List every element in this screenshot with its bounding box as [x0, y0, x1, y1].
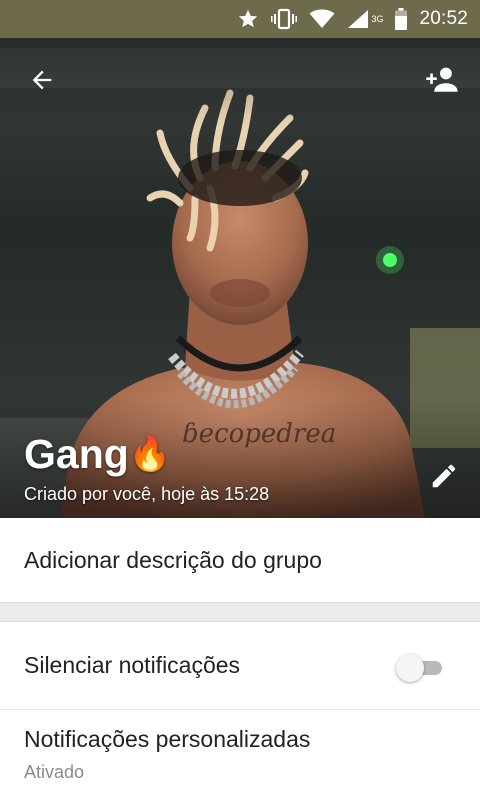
group-name: Gang🔥	[24, 431, 171, 478]
group-name-text: Gang	[24, 431, 129, 477]
custom-notifications-row[interactable]: Notificações personalizadas Ativado	[0, 710, 480, 800]
back-button[interactable]	[18, 56, 66, 104]
section-divider	[0, 602, 480, 622]
person-add-icon	[426, 67, 458, 92]
wifi-icon	[309, 7, 335, 31]
star-icon	[237, 7, 259, 31]
vibrate-icon	[271, 7, 298, 31]
add-participant-button[interactable]	[418, 56, 466, 104]
status-time: 20:52	[419, 8, 468, 29]
fire-emoji: 🔥	[128, 435, 172, 473]
status-bar: 3G 20:52	[0, 0, 480, 38]
pencil-icon	[432, 464, 456, 488]
add-description-label: Adicionar descrição do grupo	[24, 546, 322, 573]
signal-icon: 3G	[347, 7, 383, 31]
arrow-back-icon	[32, 70, 52, 90]
network-type: 3G	[371, 14, 384, 24]
group-header: ɓecopedrea Gang🔥 Criado por você, hoje à…	[0, 38, 480, 518]
toggle-thumb	[396, 654, 424, 682]
group-created-info: Criado por você, hoje às 15:28	[24, 484, 270, 504]
mute-notifications-row[interactable]: Silenciar notificações	[0, 622, 480, 710]
add-group-description[interactable]: Adicionar descrição do grupo	[0, 518, 480, 602]
mute-notifications-toggle[interactable]	[396, 654, 446, 682]
custom-notifications-value: Ativado	[24, 762, 85, 782]
custom-notifications-label: Notificações personalizadas	[24, 726, 311, 752]
mute-notifications-label: Silenciar notificações	[24, 652, 241, 678]
battery-icon	[395, 7, 408, 31]
edit-group-button[interactable]	[420, 452, 468, 500]
